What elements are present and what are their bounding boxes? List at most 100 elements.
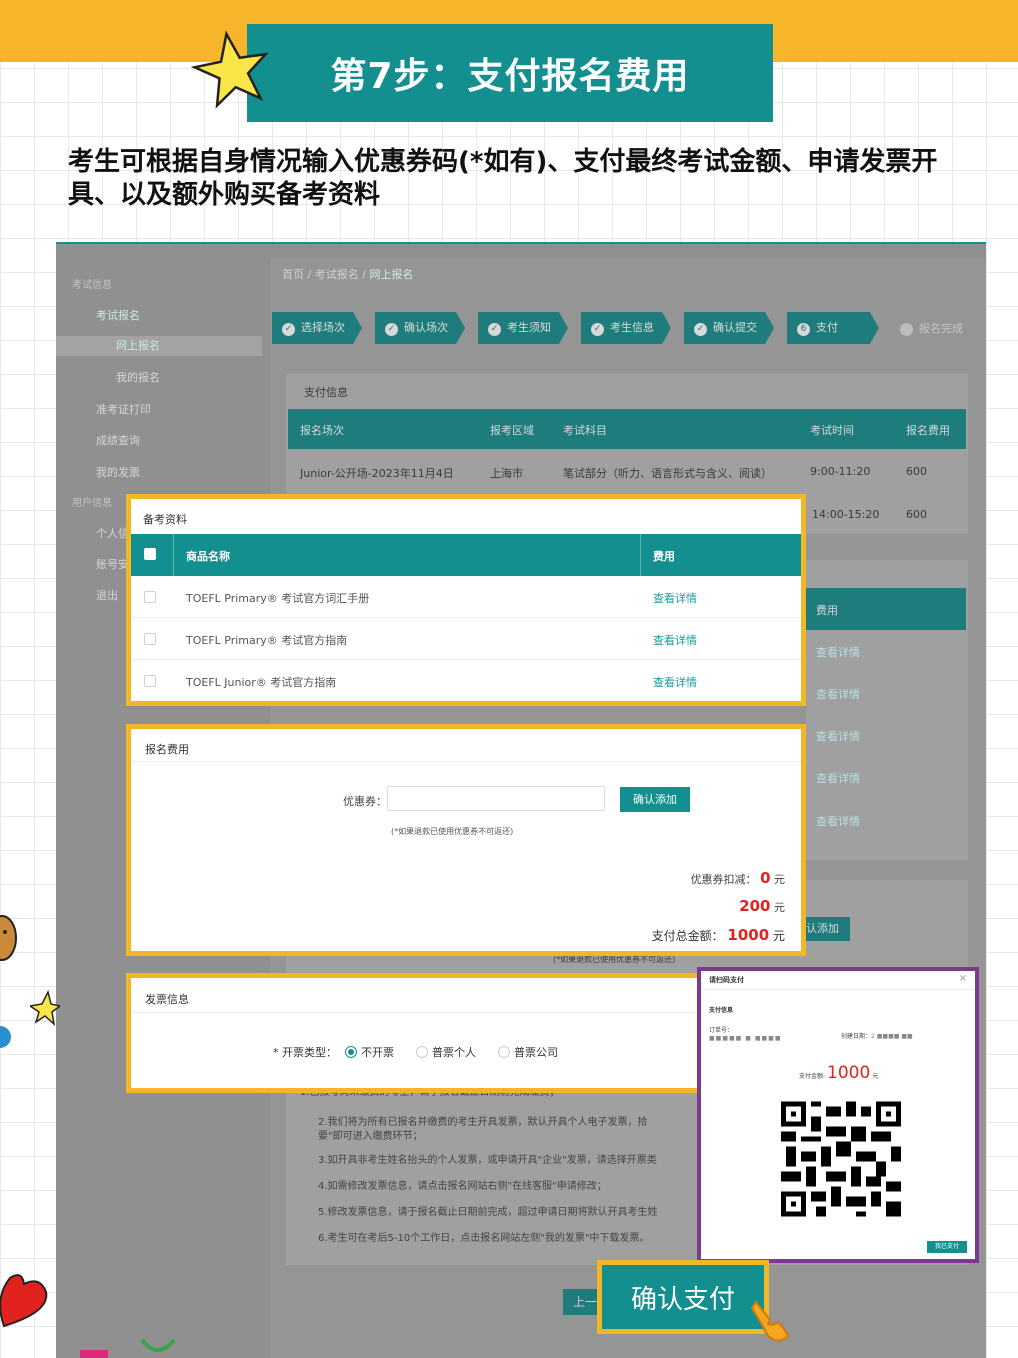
step-complete: 报名完成 [900, 320, 963, 336]
bg-detail-link: 查看详情 [816, 730, 860, 743]
confirm-pay-button[interactable]: 确认支付 [597, 1260, 769, 1334]
payinfo-title: 支付信息 [304, 386, 348, 399]
discount-value: 0 [760, 869, 771, 887]
step-submit: ✓ 确认提交 [684, 312, 774, 344]
heart-sticker-icon [0, 1274, 48, 1328]
table-row: TOEFL Primary® 考试官方指南 查看详情 [131, 618, 801, 660]
coupon-add-button[interactable]: 确认添加 [620, 787, 690, 812]
coupon-input[interactable] [387, 786, 605, 811]
coupon-label: 优惠券： [343, 795, 387, 808]
order-value: ■■■■■ ■ ■■■■ [709, 1035, 782, 1042]
total-row: 支付总金额： 1000 元 [652, 926, 785, 944]
breadcrumb-level2[interactable]: 考试报名 [315, 268, 359, 281]
star-icon [190, 30, 269, 109]
paid-button[interactable]: 我已支付 [927, 1241, 967, 1253]
step-confirm-session: ✓ 确认场次 [375, 312, 465, 344]
view-details-link[interactable]: 查看详情 [653, 590, 697, 606]
step-pay: 6 支付 [787, 312, 879, 344]
invoice-panel: 发票信息 * 开票类型： 不开票 普票个人 普票公司 [126, 973, 706, 1093]
discount-label: 优惠券扣减： [690, 873, 757, 886]
sidebar-item-score-query[interactable]: 成绩查询 [56, 431, 262, 451]
bg-detail-link: 查看详情 [816, 646, 860, 659]
bg-notices: 1.已报考尚未缴费的考生，请于报名截止日期前完成缴费； 2.我们将为所有已报名并… [300, 1086, 700, 1256]
row-checkbox[interactable] [144, 591, 156, 603]
bg-fee-header: 费用 [806, 588, 966, 630]
discount-row: 优惠券扣减： 0 元 [691, 869, 785, 887]
qr-payment-dialog: 请扫码支付 × 支付信息 订单号： ■■■■■ ■ ■■■■ 创建日期：2 ■■… [697, 967, 979, 1263]
breadcrumb-current: 网上报名 [369, 268, 414, 281]
breadcrumb-sep: / [362, 268, 366, 281]
subtotal-row: 200 元 [739, 897, 785, 915]
col-product-name: 商品名称 [186, 550, 230, 563]
row-checkbox[interactable] [144, 633, 156, 645]
col-session: 报名场次 [300, 424, 344, 437]
invoice-type-row: * 开票类型： 不开票 普票个人 普票公司 [273, 1044, 558, 1060]
option-label: 普票个人 [432, 1046, 476, 1059]
option-label: 不开票 [361, 1046, 394, 1059]
materials-title: 备考资料 [143, 513, 187, 526]
blue-dot-icon [0, 1026, 11, 1048]
notice-line: 2.我们将为所有已报名并缴费的考生开具发票，默认开具个人电子发票，拾 [318, 1117, 648, 1128]
sidebar-group-exam: 考试信息 [72, 280, 112, 291]
divider [640, 534, 641, 576]
notice-line: 4.如需修改发票信息，请点击报名网站右侧"在线客服"申请修改； [318, 1181, 607, 1192]
sidebar-item-exam-registration[interactable]: 考试报名 [56, 306, 262, 326]
sidebar-item-my-invoice[interactable]: 我的发票 [56, 463, 262, 483]
unit: 元 [774, 873, 785, 886]
notice-line: 5.修改发票信息，请于报名截止日期前完成，超过申请日期将默认开具考生姓 [318, 1207, 658, 1218]
materials-panel: 备考资料 商品名称 费用 TOEFL Primary® 考试官方词汇手册 查看详… [126, 494, 806, 706]
sidebar-item-admission-print[interactable]: 准考证打印 [56, 400, 262, 420]
payinfo-cell: 9:00-11:20 [810, 465, 871, 478]
total-value: 1000 [727, 926, 770, 944]
bg-add-button: 认添加 [804, 917, 850, 941]
amount-row: 支付金额: 1000 元 [799, 1063, 878, 1083]
col-region: 报考区域 [490, 424, 534, 437]
pink-mark-icon [80, 1350, 108, 1358]
view-details-link[interactable]: 查看详情 [653, 632, 697, 648]
radio-no-invoice[interactable] [345, 1046, 357, 1058]
order-label: 订单号： [709, 1027, 734, 1034]
row-checkbox[interactable] [144, 675, 156, 687]
col-fee: 费用 [653, 550, 675, 563]
col-subject: 考试科目 [563, 424, 607, 437]
bg-detail-link: 查看详情 [816, 688, 860, 701]
payinfo-cell: 上海市 [490, 467, 523, 480]
amount-label: 支付金额: [799, 1073, 826, 1080]
product-name: TOEFL Junior® 考试官方指南 [186, 676, 337, 689]
divider [131, 761, 801, 762]
small-star-icon [30, 990, 60, 1026]
step-banner: 第7步：支付报名费用 [247, 24, 773, 122]
table-row: TOEFL Junior® 考试官方指南 查看详情 [131, 660, 801, 702]
radio-company[interactable] [498, 1046, 510, 1058]
cookie-sticker-icon [0, 915, 17, 961]
select-all-checkbox[interactable] [144, 548, 156, 560]
amount-unit: 元 [872, 1073, 879, 1080]
qr-code-icon [781, 1101, 901, 1217]
notice-line: 6.考生可在考后5-10个工作日，点击报名网站左侧"我的发票"中下载发票。 [318, 1233, 650, 1244]
radio-personal[interactable] [416, 1046, 428, 1058]
pointing-hand-icon [750, 1300, 790, 1342]
col-time: 考试时间 [810, 424, 854, 437]
notice-line: 要"即可进入缴费环节； [318, 1131, 423, 1142]
table-row: TOEFL Primary® 考试官方词汇手册 查看详情 [131, 576, 801, 618]
confirm-pay-label: 确认支付 [630, 1284, 735, 1315]
green-arc-icon [140, 1338, 176, 1352]
breadcrumb: 首页 / 考试报名 / 网上报名 [282, 266, 413, 282]
option-label: 普票公司 [514, 1046, 558, 1059]
payinfo-header: 报名场次 报考区域 考试科目 考试时间 报名费用 [288, 409, 966, 449]
qr-title: 请扫码支付 [709, 976, 744, 984]
invoice-type-label: * 开票类型： [273, 1046, 337, 1059]
fee-panel: 报名费用 优惠券： 确认添加 (*如果退款已使用优惠券不可返还) 优惠券扣减： … [126, 724, 806, 956]
close-icon[interactable]: × [959, 973, 967, 984]
view-details-link[interactable]: 查看详情 [653, 674, 697, 690]
divider [173, 534, 174, 576]
breadcrumb-home[interactable]: 首页 [282, 268, 304, 281]
bg-detail-link: 查看详情 [816, 815, 860, 828]
created-value: 2 ■■■■ ■■ [871, 1033, 913, 1040]
sidebar-item-my-registration[interactable]: 我的报名 [56, 368, 262, 388]
amount-value: 1000 [827, 1063, 871, 1083]
divider [701, 989, 975, 990]
notice-line: 3.如开具非考生姓名抬头的个人发票，或申请开具"企业"发票，请选择开票类 [318, 1155, 657, 1166]
subtotal-value: 200 [739, 897, 771, 915]
sidebar-item-online-registration[interactable]: 网上报名 [56, 336, 262, 356]
